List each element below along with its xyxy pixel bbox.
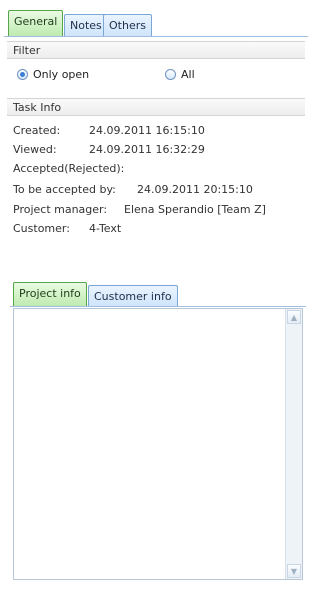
- viewed-row: Viewed: 24.09.2011 16:32:29: [13, 143, 205, 156]
- customer-value: 4-Text: [89, 222, 122, 235]
- radio-selected-icon: [17, 69, 28, 80]
- created-value: 24.09.2011 16:15:10: [89, 124, 205, 137]
- tab-notes[interactable]: Notes: [64, 14, 108, 36]
- radio-all[interactable]: All: [165, 68, 195, 81]
- to-be-accepted-value: 24.09.2011 20:15:10: [137, 183, 253, 196]
- filter-header: Filter: [7, 41, 305, 59]
- customer-label: Customer:: [13, 222, 70, 235]
- project-info-text: [14, 309, 302, 315]
- tab-strip-border: [4, 36, 308, 37]
- tab-general[interactable]: General: [8, 10, 64, 36]
- tab-others-label: Others: [109, 19, 146, 32]
- accepted-row: Accepted(Rejected):: [13, 162, 124, 175]
- radio-unselected-icon: [165, 69, 176, 80]
- tab-project-info-label: Project info: [19, 287, 81, 300]
- project-manager-row: Project manager: Elena Sperandio [Team Z…: [13, 203, 266, 216]
- viewed-value: 24.09.2011 16:32:29: [89, 143, 205, 156]
- tab-customer-info[interactable]: Customer info: [88, 285, 178, 306]
- project-manager-label: Project manager:: [13, 203, 108, 216]
- project-manager-value: Elena Sperandio [Team Z]: [124, 203, 266, 216]
- radio-only-open[interactable]: Only open: [17, 68, 89, 81]
- chevron-down-icon[interactable]: ▼: [287, 564, 301, 578]
- created-row: Created: 24.09.2011 16:15:10: [13, 124, 205, 137]
- to-be-accepted-label: To be accepted by:: [13, 183, 116, 196]
- bottom-tab-strip-border: [10, 306, 306, 307]
- tab-general-label: General: [14, 15, 58, 28]
- tab-project-info[interactable]: Project info: [13, 282, 87, 306]
- radio-only-open-label: Only open: [33, 68, 90, 81]
- task-info-header: Task Info: [7, 98, 305, 116]
- customer-row: Customer: 4-Text: [13, 222, 121, 235]
- task-info-header-label: Task Info: [13, 101, 62, 114]
- project-info-textarea[interactable]: ▲ ▼: [13, 308, 303, 580]
- to-be-accepted-row: To be accepted by: 24.09.2011 20:15:10: [13, 183, 253, 196]
- tab-notes-label: Notes: [70, 19, 102, 32]
- vertical-scrollbar[interactable]: ▲ ▼: [285, 309, 302, 579]
- tab-customer-info-label: Customer info: [94, 290, 172, 303]
- created-label: Created:: [13, 124, 61, 137]
- chevron-up-icon[interactable]: ▲: [287, 310, 301, 324]
- accepted-label: Accepted(Rejected):: [13, 162, 125, 175]
- filter-header-label: Filter: [13, 44, 41, 57]
- radio-all-label: All: [181, 68, 195, 81]
- tab-others[interactable]: Others: [103, 14, 152, 36]
- viewed-label: Viewed:: [13, 143, 57, 156]
